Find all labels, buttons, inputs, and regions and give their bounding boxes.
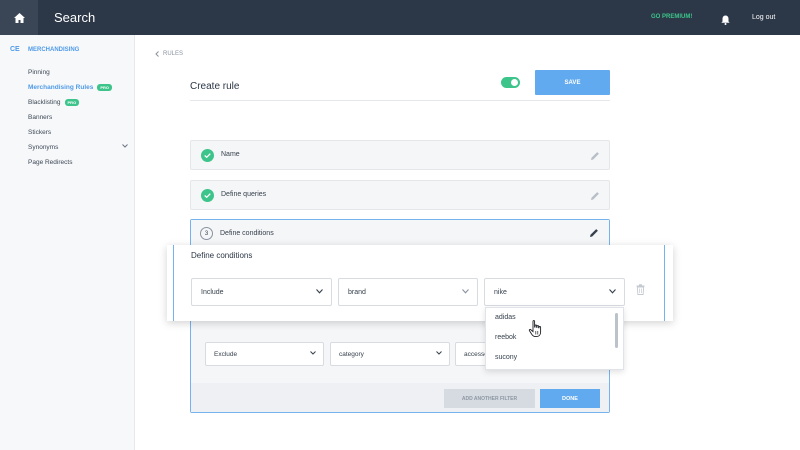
trash-icon[interactable] [636,284,645,295]
bell-icon [721,15,730,25]
select-value: Include [201,289,224,296]
conditions-title: Define conditions [191,251,253,260]
chevron-left-icon [155,51,159,57]
sidebar-item-label: Synonyms [28,144,59,151]
step-label: Define queries [221,191,267,198]
step-define-queries[interactable]: Define queries [190,180,610,210]
pro-badge: PRO [97,84,113,91]
step-label: Define conditions [220,230,274,237]
chevron-down-icon [462,289,469,294]
chevron-down-icon [609,289,616,294]
done-button[interactable]: DONE [540,389,600,408]
hand-cursor-icon [528,320,542,338]
chevron-down-icon [316,289,323,294]
rule-active-toggle[interactable] [501,77,520,88]
sidebar-item-label: Stickers [28,129,52,136]
select-value: nike [494,289,507,296]
go-premium-link[interactable]: GO PREMIUM! [651,14,692,20]
sidebar-section-title: MERCHANDISING [28,47,80,53]
sidebar-item-blacklisting[interactable]: Blacklisting PRO [28,99,80,106]
dropdown-option[interactable]: adidas [495,314,516,321]
merchandising-icon: CE [10,46,20,53]
attribute-select-secondary[interactable]: category [330,342,450,366]
save-button[interactable]: SAVE [535,70,610,95]
panel-edge [173,245,174,321]
pro-badge: PRO [64,99,80,106]
sidebar-item-label: Banners [28,114,53,121]
sidebar-item-merchandising-rules[interactable]: Merchandising Rules PRO [28,84,113,91]
top-bar: Search GO PREMIUM! Log out [0,0,800,35]
home-icon [13,12,25,23]
app-title: Search [54,10,96,25]
sidebar-item-synonyms[interactable]: Synonyms [28,144,58,151]
page-title: Create rule [190,81,240,92]
check-circle-icon [201,189,214,202]
breadcrumb[interactable]: RULES [155,51,183,57]
sidebar-item-banners[interactable]: Banners [28,114,52,121]
value-select[interactable]: nike [484,278,625,306]
step-label: Name [221,151,240,158]
select-value: brand [348,289,366,296]
sidebar-item-stickers[interactable]: Stickers [28,129,51,136]
step-define-conditions-header[interactable]: 3 Define conditions [191,220,609,246]
chevron-down-icon [436,351,442,355]
sidebar-item-label: Pinning [28,69,50,76]
sidebar-item-label: Merchandising Rules [28,84,94,91]
pencil-icon[interactable] [590,191,600,201]
chevron-down-icon[interactable] [122,144,128,148]
dropdown-scrollbar[interactable] [615,313,618,348]
breadcrumb-label: RULES [163,51,184,57]
sidebar-item-label: Page Redirects [28,159,73,166]
step-number-badge: 3 [200,227,213,240]
notifications-button[interactable] [721,12,730,30]
select-value: category [339,351,364,358]
logout-link[interactable]: Log out [752,14,775,21]
step-name[interactable]: Name [190,140,610,170]
sidebar-item-label: Blacklisting [28,99,61,106]
home-button[interactable] [0,0,38,35]
attribute-select[interactable]: brand [338,278,478,306]
select-value: Exclude [214,351,238,358]
mode-select[interactable]: Include [191,278,332,306]
sidebar: CE MERCHANDISING Pinning Merchandising R… [0,35,135,450]
check-circle-icon [201,149,214,162]
sidebar-item-page-redirects[interactable]: Page Redirects [28,159,72,166]
pencil-icon[interactable] [589,228,599,238]
sidebar-item-pinning[interactable]: Pinning [28,69,50,76]
dropdown-option[interactable]: reebok [495,334,516,341]
pencil-icon[interactable] [590,151,600,161]
add-another-filter-button[interactable]: ADD ANOTHER FILTER [444,389,535,408]
mode-select-secondary[interactable]: Exclude [205,342,324,366]
divider [190,100,610,101]
panel-edge [664,245,665,321]
dropdown-option[interactable]: sucony [495,354,517,361]
value-dropdown-menu: adidas reebok sucony [485,307,624,370]
chevron-down-icon [310,351,316,355]
